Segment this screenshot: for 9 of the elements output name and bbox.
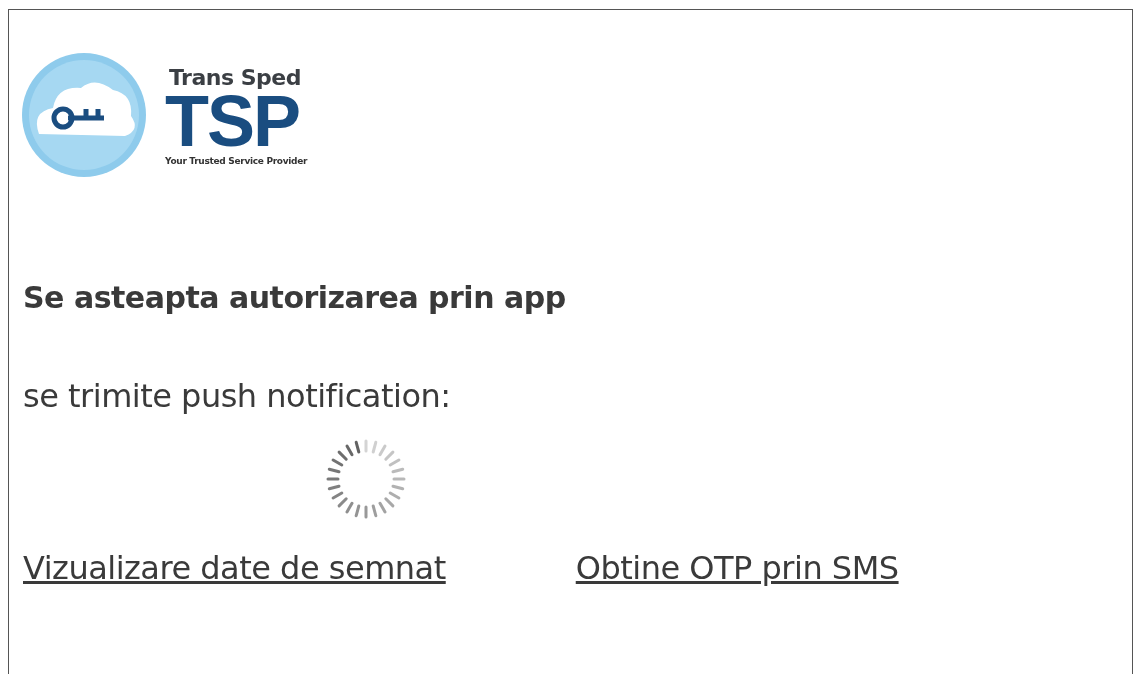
page-heading: Se asteapta autorizarea prin app <box>23 280 567 315</box>
brand-name: Trans Sped <box>169 64 302 90</box>
brand-mark: TSP <box>165 89 300 152</box>
status-text: se trimite push notification: <box>23 377 452 415</box>
brand-tagline: Your Trusted Service Provider <box>165 155 308 166</box>
text-link[interactable]: Obtine OTP prin SMS <box>575 549 899 587</box>
text-link[interactable]: Vizualizare date de semnat <box>23 549 446 587</box>
loading-spinner-icon <box>326 439 406 519</box>
cloud-key-icon <box>21 52 147 178</box>
